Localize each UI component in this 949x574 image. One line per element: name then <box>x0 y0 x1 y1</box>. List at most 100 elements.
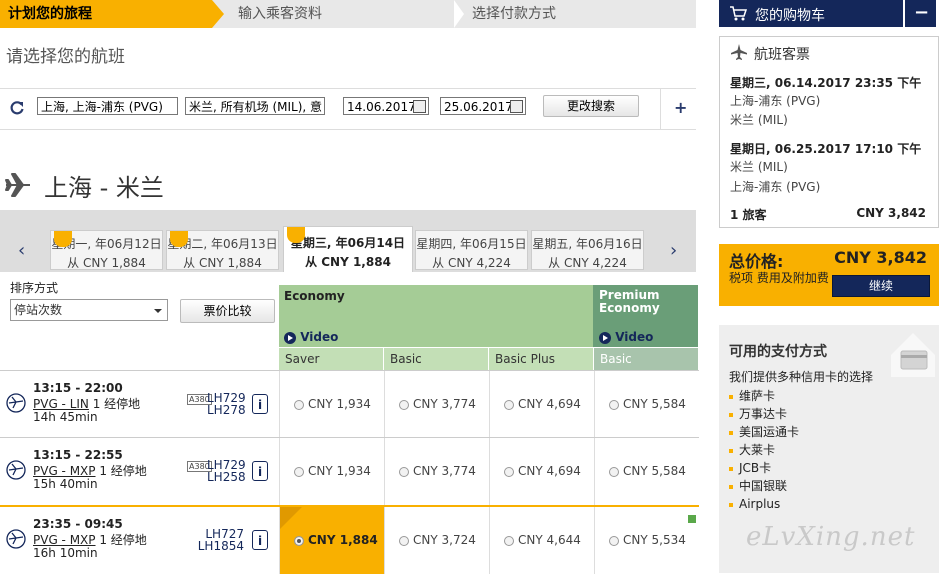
shopping-cart-icon <box>730 6 747 21</box>
payment-method-item: 维萨卡 <box>729 387 799 405</box>
payment-subtitle: 我们提供多种信用卡的选择 <box>729 370 874 384</box>
premium-video-link[interactable]: Video <box>599 330 653 344</box>
fare-price: CNY 3,774 <box>413 397 476 411</box>
fare-price: CNY 4,694 <box>518 397 581 411</box>
fare-cell[interactable]: CNY 5,534 <box>594 507 699 574</box>
refresh-icon[interactable] <box>9 100 25 116</box>
fare-radio[interactable] <box>504 466 514 477</box>
premium-economy-header: Premium Economy Video <box>593 285 698 347</box>
play-icon <box>284 331 296 344</box>
sort-select[interactable]: 停站次数 <box>10 299 168 321</box>
fare-cell[interactable]: CNY 4,694 <box>489 438 594 505</box>
airplane-icon <box>5 173 30 197</box>
route-code: PVG - MXP <box>33 464 96 478</box>
fare-radio[interactable] <box>399 466 409 477</box>
date-price: 从 CNY 1,884 <box>183 256 262 270</box>
flight-times: 13:15 - 22:00 <box>33 381 123 395</box>
outbound-from: 上海-浦东 (PVG) <box>730 94 821 108</box>
route-code: PVG - LIN <box>33 397 89 411</box>
compare-fares-button[interactable]: 票价比较 <box>180 299 275 323</box>
step-payment: 选择付款方式 <box>472 6 556 22</box>
fare-radio[interactable] <box>609 466 619 477</box>
calendar-icon[interactable] <box>510 100 523 113</box>
modify-search-button[interactable]: 更改搜索 <box>543 95 639 117</box>
calendar-icon[interactable] <box>413 100 426 113</box>
fare-price: CNY 1,934 <box>308 464 371 478</box>
economy-header: Economy Video <box>279 285 593 347</box>
stops-count[interactable]: 1 经停地 <box>99 533 146 547</box>
fare-price: CNY 3,774 <box>413 464 476 478</box>
sort-label: 排序方式 <box>10 281 59 295</box>
flight-row[interactable]: 13:15 - 22:55 PVG - MXP 1 经停地 15h 40min … <box>0 437 699 505</box>
date-price: 从 CNY 1,884 <box>305 255 391 269</box>
economy-video-link[interactable]: Video <box>284 330 338 344</box>
fare-cell[interactable]: CNY 3,774 <box>384 438 489 505</box>
info-icon[interactable]: i <box>252 530 268 550</box>
fare-cell[interactable]: CNY 3,774 <box>384 371 489 437</box>
payment-method-list: 维萨卡 万事达卡 美国运通卡 大莱卡 JCB卡 中国银联 Airplus <box>729 387 799 513</box>
route-code: PVG - MXP <box>33 533 96 547</box>
video-label: Video <box>615 330 654 344</box>
stops-count[interactable]: 1 经停地 <box>99 464 146 478</box>
airplane-icon <box>731 44 747 60</box>
date-tab[interactable]: 星期五, 年06月16日 从 CNY 4,224 <box>531 230 644 270</box>
fare-radio[interactable] <box>504 399 514 410</box>
step-plan-trip: 计划您的旅程 <box>0 0 224 28</box>
video-label: Video <box>300 330 339 344</box>
flight-row[interactable]: 13:15 - 22:00 PVG - LIN 1 经停地 14h 45min … <box>0 370 699 437</box>
fare-cell[interactable]: CNY 5,584 <box>594 371 699 437</box>
fare-radio[interactable] <box>609 399 619 410</box>
date-tab[interactable]: 星期一, 年06月12日 从 CNY 1,884 <box>50 230 163 270</box>
premium-title: Premium Economy <box>599 289 660 315</box>
fare-cell[interactable]: CNY 1,934 <box>279 438 384 505</box>
total-value: CNY 3,842 <box>834 248 927 267</box>
date-tab-selected[interactable]: 星期三, 年06月14日 从 CNY 1,884 <box>283 226 413 272</box>
expand-search-button[interactable]: + <box>674 98 687 117</box>
selected-corner-mark <box>280 507 302 529</box>
return-date-input[interactable]: 25.06.2017 <box>440 97 526 115</box>
flight-number: LH278 <box>207 403 246 417</box>
prev-dates-icon[interactable]: ‹ <box>18 240 25 261</box>
flight-numbers[interactable]: LH729 LH278 <box>207 392 246 417</box>
date-tab[interactable]: 星期二, 年06月13日 从 CNY 1,884 <box>166 230 279 270</box>
stops-count[interactable]: 1 经停地 <box>93 397 140 411</box>
shopping-cart-header[interactable]: 您的购物车 − <box>719 0 936 27</box>
progress-steps: 计划您的旅程 输入乘客资料 选择付款方式 <box>0 0 696 28</box>
fare-cell[interactable]: CNY 4,644 <box>489 507 594 574</box>
flight-row-selected[interactable]: 23:35 - 09:45 PVG - MXP 1 经停地 16h 10min … <box>0 505 699 574</box>
fare-cell[interactable]: CNY 4,694 <box>489 371 594 437</box>
fare-radio[interactable] <box>399 535 409 546</box>
fare-cell-selected[interactable]: CNY 1,884 <box>279 507 384 574</box>
depart-date-input[interactable]: 14.06.2017 <box>343 97 429 115</box>
date-price: 从 CNY 1,884 <box>67 256 146 270</box>
collapse-cart-button[interactable]: − <box>903 0 938 27</box>
flight-duration: 14h 45min <box>33 410 98 424</box>
fare-type-basic-plus: Basic Plus <box>489 348 593 370</box>
return-to: 上海-浦东 (PVG) <box>730 180 821 194</box>
fare-radio[interactable] <box>294 399 304 410</box>
fare-radio[interactable] <box>399 399 409 410</box>
origin-input[interactable]: 上海, 上海-浦东 (PVG) <box>37 97 178 115</box>
flight-numbers[interactable]: LH729 LH258 <box>207 459 246 483</box>
fare-cell[interactable]: CNY 5,584 <box>594 438 699 505</box>
next-dates-icon[interactable]: › <box>670 240 677 261</box>
fare-radio[interactable] <box>609 535 619 546</box>
fare-radio[interactable] <box>294 466 304 477</box>
flight-numbers[interactable]: LH727 LH1854 <box>197 528 244 552</box>
premium-title-line: Economy <box>599 301 660 315</box>
fare-radio[interactable] <box>504 535 514 546</box>
info-icon[interactable]: i <box>252 394 268 414</box>
fare-price: CNY 4,694 <box>518 464 581 478</box>
fare-radio-selected[interactable] <box>294 535 304 546</box>
flight-number: LH1854 <box>197 539 244 553</box>
destination-input[interactable]: 米兰, 所有机场 (MIL), 意 <box>185 97 325 115</box>
info-icon[interactable]: i <box>252 461 268 481</box>
fare-cell[interactable]: CNY 3,724 <box>384 507 489 574</box>
continue-button[interactable]: 继续 <box>832 275 930 297</box>
watermark: eLvXing.net <box>746 522 916 552</box>
fare-cell[interactable]: CNY 1,934 <box>279 371 384 437</box>
flight-results: 排序方式 停站次数 票价比较 Economy Video Premium Eco… <box>0 272 699 574</box>
date-tab[interactable]: 星期四, 年06月15日 从 CNY 4,224 <box>415 230 528 270</box>
page-heading: 请选择您的航班 <box>6 47 125 67</box>
low-price-badge <box>170 231 188 247</box>
